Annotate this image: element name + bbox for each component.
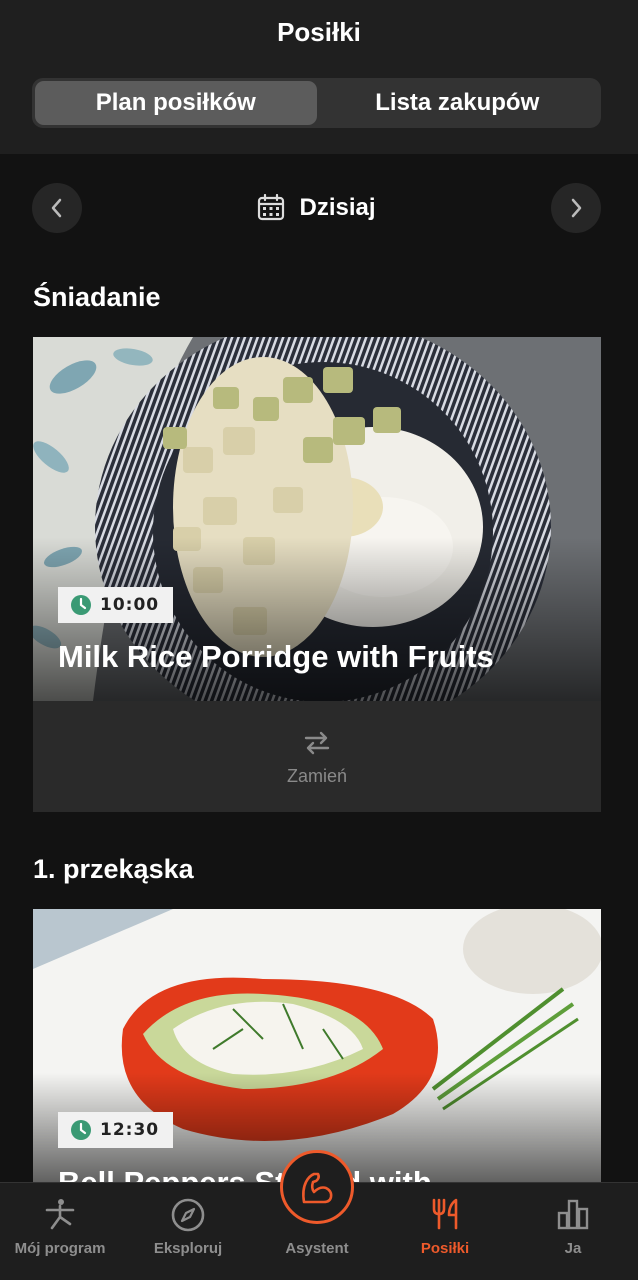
- next-day-button[interactable]: [551, 183, 601, 233]
- tab-meals[interactable]: Posiłki: [381, 1183, 509, 1280]
- section-title-breakfast: Śniadanie: [33, 282, 161, 312]
- assistant-button[interactable]: [280, 1150, 354, 1224]
- meal-title: Milk Rice Porridge with Fruits: [58, 639, 494, 674]
- tab-me[interactable]: Ja: [509, 1183, 637, 1280]
- top-header: Posiłki Plan posiłków Lista zakupów: [0, 0, 638, 154]
- date-selector[interactable]: Dzisiaj: [32, 183, 601, 233]
- bar-chart-icon: [557, 1199, 589, 1230]
- flexed-arm-icon: [302, 1172, 333, 1204]
- tab-my-program[interactable]: Mój program: [0, 1183, 124, 1280]
- meal-title: Bell Peppers Stuffed with: [58, 1165, 432, 1182]
- meal-card-breakfast[interactable]: 10:00 Milk Rice Porridge with Fruits Zam…: [33, 337, 601, 812]
- meal-image-breakfast[interactable]: 10:00 Milk Rice Porridge with Fruits: [33, 337, 601, 701]
- meal-time: 10:00: [100, 595, 160, 615]
- meal-time-badge: 10:00: [58, 587, 174, 623]
- clock-icon: [71, 595, 91, 615]
- calendar-icon: [258, 194, 285, 221]
- segmented-control: Plan posiłków Lista zakupów: [32, 78, 601, 128]
- tab-label: Posiłki: [420, 1240, 470, 1257]
- section-title-snack: 1. przekąska: [33, 854, 194, 884]
- tab-label: Ja: [564, 1240, 582, 1257]
- meal-image-snack[interactable]: 12:30 Bell Peppers Stuffed with: [33, 909, 601, 1182]
- fork-knife-icon: [432, 1198, 458, 1230]
- tab-explore[interactable]: Eksploruj: [124, 1183, 252, 1280]
- fitness-figure-icon: [45, 1199, 75, 1230]
- date-navigation: Dzisiaj: [32, 183, 601, 233]
- tab-meal-plan[interactable]: Plan posiłków: [35, 81, 317, 125]
- meal-time: 12:30: [100, 1120, 160, 1140]
- meal-card-snack[interactable]: 12:30 Bell Peppers Stuffed with: [33, 909, 601, 1182]
- tab-label: Asystent: [285, 1240, 349, 1257]
- swap-meal-button[interactable]: Zamień: [33, 701, 601, 812]
- tab-shopping-list[interactable]: Lista zakupów: [317, 81, 599, 125]
- tab-label: Mój program: [14, 1240, 106, 1257]
- date-label: Dzisiaj: [299, 194, 376, 221]
- clock-icon: [71, 1120, 91, 1140]
- compass-icon: [171, 1198, 205, 1232]
- tab-label: Eksploruj: [153, 1240, 223, 1257]
- swap-arrows-icon: [304, 731, 330, 754]
- swap-label: Zamień: [286, 765, 348, 786]
- chevron-right-icon: [571, 198, 582, 218]
- meal-time-badge: 12:30: [58, 1112, 174, 1148]
- page-title: Posiłki: [277, 17, 361, 47]
